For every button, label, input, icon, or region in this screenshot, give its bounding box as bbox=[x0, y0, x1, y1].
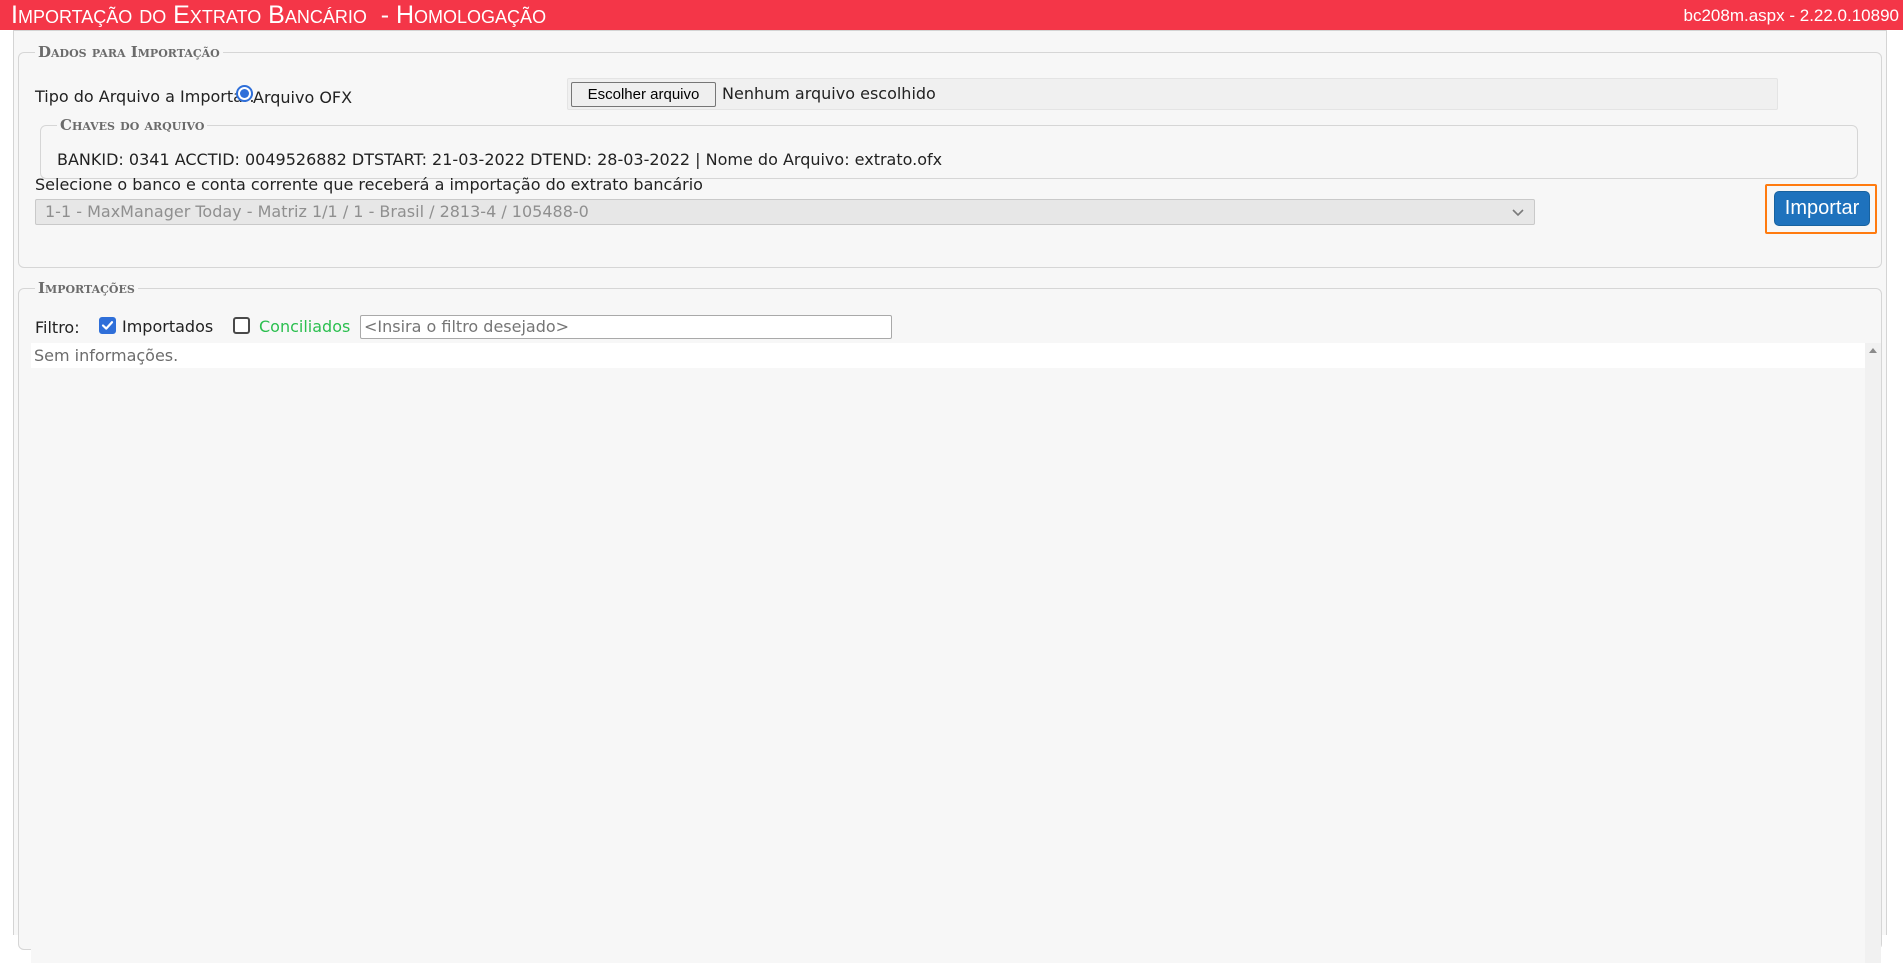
account-select-value: 1-1 - MaxManager Today - Matriz 1/1 / 1 … bbox=[45, 202, 589, 221]
file-keys-text: BANKID: 0341 ACCTID: 0049526882 DTSTART:… bbox=[57, 150, 943, 169]
main-panel: Dados para Importação Tipo do Arquivo a … bbox=[13, 30, 1887, 963]
title-bar: Importação do Extrato Bancário - Homolog… bbox=[0, 0, 1903, 30]
filter-label: Filtro: bbox=[35, 318, 80, 337]
file-keys-legend: Chaves do arquivo bbox=[60, 116, 205, 134]
vertical-scrollbar[interactable] bbox=[1865, 343, 1881, 963]
imports-section: Importações Filtro: Importados Conciliad… bbox=[18, 279, 1882, 963]
importados-label: Importados bbox=[122, 317, 214, 336]
filter-conciliados[interactable]: Conciliados bbox=[233, 315, 353, 337]
radio-arquivo-ofx[interactable]: Arquivo OFX bbox=[236, 84, 376, 107]
importados-checkbox[interactable] bbox=[99, 317, 116, 334]
radio-option-label: Arquivo OFX bbox=[253, 88, 353, 107]
page-title: Importação do Extrato Bancário - Homolog… bbox=[11, 1, 547, 29]
radio-selected-dot bbox=[240, 89, 249, 98]
radio-button[interactable] bbox=[236, 85, 253, 102]
conciliados-label: Conciliados bbox=[259, 317, 351, 336]
imports-legend: Importações bbox=[38, 279, 135, 297]
empty-message: Sem informações. bbox=[31, 343, 1865, 368]
import-data-section: Dados para Importação Tipo do Arquivo a … bbox=[18, 44, 1882, 268]
filter-text-input[interactable]: <Insira o filtro desejado> bbox=[360, 315, 892, 339]
check-icon bbox=[101, 321, 114, 330]
version-label: bc208m.aspx - 2.22.0.10890 bbox=[1683, 6, 1899, 25]
filter-importados[interactable]: Importados bbox=[99, 315, 219, 337]
scroll-up-arrow-icon[interactable] bbox=[1869, 347, 1877, 353]
import-button[interactable]: Importar bbox=[1774, 191, 1870, 226]
file-status: Nenhum arquivo escolhido bbox=[722, 84, 936, 103]
file-keys-section: Chaves do arquivo BANKID: 0341 ACCTID: 0… bbox=[40, 117, 1858, 179]
import-data-legend: Dados para Importação bbox=[38, 43, 220, 61]
account-select-label: Selecione o banco e conta corrente que r… bbox=[35, 175, 703, 194]
chevron-down-icon bbox=[1512, 209, 1524, 217]
import-button-focus: Importar bbox=[1765, 184, 1877, 234]
account-select[interactable]: 1-1 - MaxManager Today - Matriz 1/1 / 1 … bbox=[35, 199, 1535, 225]
conciliados-checkbox[interactable] bbox=[233, 317, 250, 334]
imports-list: Sem informações. bbox=[31, 343, 1881, 963]
file-chooser: Escolher arquivo Nenhum arquivo escolhid… bbox=[567, 78, 1778, 110]
file-type-label: Tipo do Arquivo a Importar: bbox=[35, 87, 255, 106]
choose-file-button[interactable]: Escolher arquivo bbox=[571, 82, 716, 107]
